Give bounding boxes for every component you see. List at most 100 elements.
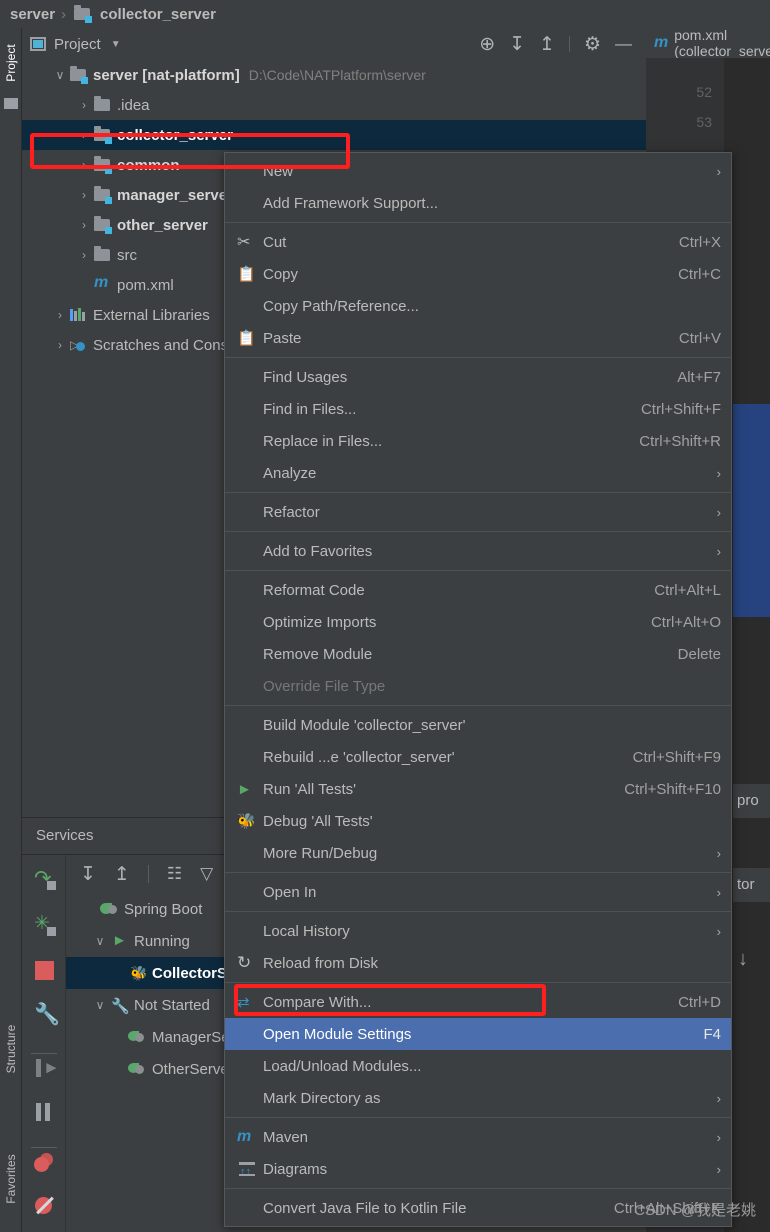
menu-item-label: Cut [263,233,287,251]
menu-item-shortcut: Ctrl+Alt+O [650,613,721,631]
settings-gear-icon[interactable]: ⚙ [584,33,601,56]
menu-item-load-unload-modules[interactable]: Load/Unload Modules... [225,1050,731,1082]
menu-item-new[interactable]: New › [225,155,731,187]
debug-icon: 🐝 [237,813,256,830]
sidebar-item-project[interactable]: Project [0,30,22,96]
menu-item-copy-path-reference[interactable]: Copy Path/Reference... [225,290,731,322]
tree-twisty-icon[interactable]: ∨ [94,998,106,1012]
tree-twisty-icon[interactable]: ∨ [94,934,106,948]
compare-icon: ⇄ [237,994,250,1011]
menu-item-label: Build Module 'collector_server' [263,716,466,734]
menu-item-rebuild-module[interactable]: Rebuild ...e 'collector_server' Ctrl+Shi… [225,741,731,773]
collapse-all-icon[interactable]: ↥ [114,863,130,886]
menu-item-reformat-code[interactable]: Reformat Code Ctrl+Alt+L [225,574,731,606]
menu-separator [225,531,731,532]
line-number: 53 [696,114,712,130]
hide-icon[interactable]: — [615,34,632,54]
menu-separator [225,705,731,706]
download-arrow-icon[interactable]: ↓ [738,948,748,971]
services-label: Running [134,932,190,950]
group-icon[interactable]: ☷ [167,864,182,884]
menu-item-local-history[interactable]: Local History › [225,915,731,947]
expand-all-icon[interactable]: ↧ [509,33,525,56]
menu-separator [225,357,731,358]
tree-label: manager_server [117,186,233,204]
tree-twisty-icon[interactable]: › [78,98,90,112]
filter-icon[interactable]: ▽ [200,864,213,884]
menu-item-reload-from-disk[interactable]: ↻ Reload from Disk [225,947,731,979]
menu-item-debug-all-tests[interactable]: 🐝 Debug 'All Tests' [225,805,731,837]
mute-breakpoints-icon[interactable] [35,1196,55,1217]
tree-row-collector-server[interactable]: › collector_server [22,120,646,150]
menu-item-cut[interactable]: ✂ Cut Ctrl+X [225,226,731,258]
menu-item-remove-module[interactable]: Remove Module Delete [225,638,731,670]
sidebar-item-favorites[interactable]: Favorites [0,1146,22,1212]
tree-twisty-icon[interactable]: › [78,158,90,172]
module-folder-icon [70,66,88,84]
reload-icon: ↻ [237,953,252,972]
tree-twisty-icon[interactable]: › [78,128,90,142]
breakpoints-icon[interactable] [34,1153,56,1173]
tree-label: src [117,246,137,264]
tree-twisty-icon[interactable]: › [54,338,66,352]
chevron-down-icon[interactable]: ▼ [111,39,121,50]
chevron-right-icon: › [716,1129,721,1145]
menu-item-label: Paste [263,329,302,347]
wrench-icon[interactable]: 🔧 [34,1003,60,1027]
page-title: Project [54,35,101,53]
chevron-right-icon: › [716,923,721,939]
tree-twisty-icon[interactable]: › [78,248,90,262]
menu-item-analyze[interactable]: Analyze › [225,457,731,489]
breadcrumb-current[interactable]: collector_server [100,6,216,23]
stop-icon[interactable] [35,961,54,980]
menu-item-copy[interactable]: 📋 Copy Ctrl+C [225,258,731,290]
tree-twisty-icon[interactable]: › [78,218,90,232]
tree-row-idea[interactable]: › .idea [22,90,646,120]
menu-item-shortcut: Ctrl+V [678,329,721,347]
menu-item-label: Rebuild ...e 'collector_server' [263,748,455,766]
scratches-icon: ▷ [70,338,87,352]
menu-item-add-framework-support[interactable]: Add Framework Support... [225,187,731,219]
menu-item-refactor[interactable]: Refactor › [225,496,731,528]
breadcrumb-root[interactable]: server [10,6,55,23]
editor-text-fragment-tor: tor [733,868,770,902]
rerun-icon[interactable]: ↷ [34,868,56,891]
tree-twisty-icon[interactable]: › [78,188,90,202]
menu-item-build-module[interactable]: Build Module 'collector_server' [225,709,731,741]
menu-item-add-to-favorites[interactable]: Add to Favorites › [225,535,731,567]
chevron-right-icon: › [716,884,721,900]
menu-separator [225,570,731,571]
services-label: Not Started [134,996,210,1014]
menu-item-replace-in-files[interactable]: Replace in Files... Ctrl+Shift+R [225,425,731,457]
menu-item-compare-with[interactable]: ⇄ Compare With... Ctrl+D [225,986,731,1018]
editor-text-fragment-pro: pro [733,784,770,818]
menu-item-shortcut: Ctrl+Shift+F9 [632,748,721,766]
menu-item-diagrams[interactable]: ↑↑ Diagrams › [225,1153,731,1185]
module-folder-icon [94,186,112,204]
collapse-all-icon[interactable]: ↥ [539,33,555,56]
expand-all-icon[interactable]: ↧ [80,863,96,886]
menu-item-open-module-settings[interactable]: Open Module Settings F4 [225,1018,731,1050]
select-opened-file-icon[interactable]: ⊕ [479,33,495,56]
tree-twisty-icon[interactable]: ∨ [54,68,66,82]
menu-item-optimize-imports[interactable]: Optimize Imports Ctrl+Alt+O [225,606,731,638]
menu-item-mark-directory-as[interactable]: Mark Directory as › [225,1082,731,1114]
project-window-icon [30,37,46,51]
run-icon: ► [237,780,252,798]
menu-item-find-in-files[interactable]: Find in Files... Ctrl+Shift+F [225,393,731,425]
sidebar-item-structure[interactable]: Structure [0,1016,22,1082]
breadcrumb-separator-icon: › [61,5,67,23]
menu-item-maven[interactable]: m Maven › [225,1121,731,1153]
tab-pom-xml[interactable]: pom.xml (collector_server) [674,27,770,59]
menu-item-open-in[interactable]: Open In › [225,876,731,908]
rerun-failed-icon[interactable]: ✳ [34,914,56,937]
tree-twisty-icon[interactable]: › [54,308,66,322]
chevron-right-icon: › [716,1090,721,1106]
menu-item-paste[interactable]: 📋 Paste Ctrl+V [225,322,731,354]
module-folder-icon [74,5,93,23]
menu-item-more-run-debug[interactable]: More Run/Debug › [225,837,731,869]
tree-row-server[interactable]: ∨ server [nat-platform] D:\Code\NATPlatf… [22,60,646,90]
menu-item-run-all-tests[interactable]: ► Run 'All Tests' Ctrl+Shift+F10 [225,773,731,805]
menu-item-find-usages[interactable]: Find Usages Alt+F7 [225,361,731,393]
tree-label: common [117,156,180,174]
